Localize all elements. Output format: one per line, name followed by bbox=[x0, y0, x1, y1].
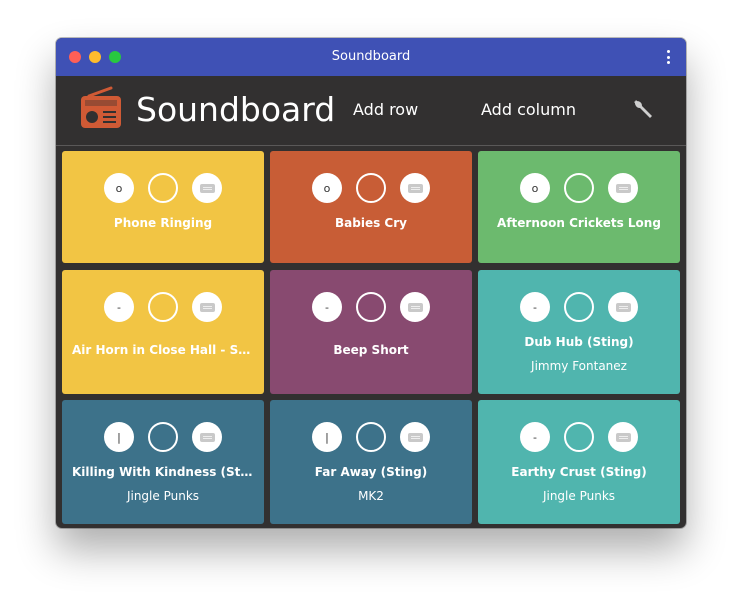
window-title: Soundboard bbox=[331, 49, 411, 64]
radio-icon bbox=[81, 86, 121, 128]
sound-controls: o bbox=[270, 173, 472, 205]
sound-card[interactable]: o Afternoon Crickets Long bbox=[478, 151, 680, 263]
keyboard-shortcut-button[interactable] bbox=[400, 292, 430, 322]
loop-toggle-button[interactable] bbox=[564, 292, 594, 322]
play-mode-button[interactable]: | bbox=[312, 422, 342, 452]
sound-title: Killing With Kindness (Sti... bbox=[72, 465, 254, 479]
sound-card[interactable]: o Babies Cry bbox=[270, 151, 472, 263]
keyboard-icon bbox=[615, 432, 631, 442]
app-title: Soundboard bbox=[136, 90, 336, 129]
keyboard-icon bbox=[407, 183, 423, 193]
sound-title: Earthy Crust (Sting) bbox=[511, 465, 647, 479]
play-mode-button[interactable]: - bbox=[520, 292, 550, 322]
loop-toggle-button[interactable] bbox=[564, 173, 594, 203]
sound-artist: Jimmy Fontanez bbox=[531, 359, 627, 373]
keyboard-shortcut-button[interactable] bbox=[192, 292, 222, 322]
loop-toggle-button[interactable] bbox=[148, 173, 178, 203]
keyboard-shortcut-button[interactable] bbox=[400, 422, 430, 452]
sound-artist: MK2 bbox=[358, 489, 384, 503]
loop-toggle-button[interactable] bbox=[356, 173, 386, 203]
sound-card[interactable]: | Far Away (Sting) MK2 bbox=[270, 400, 472, 524]
soundboard-window: Soundboard Soundboard Add row Add column… bbox=[56, 38, 686, 528]
sound-card[interactable]: - Earthy Crust (Sting) Jingle Punks bbox=[478, 400, 680, 524]
sound-controls: - bbox=[478, 292, 680, 324]
loop-toggle-button[interactable] bbox=[356, 422, 386, 452]
sound-title: Afternoon Crickets Long bbox=[497, 216, 661, 230]
play-mode-button[interactable]: - bbox=[520, 422, 550, 452]
keyboard-icon bbox=[615, 302, 631, 312]
play-mode-button[interactable]: o bbox=[520, 173, 550, 203]
header-divider bbox=[56, 145, 686, 146]
sound-card[interactable]: - Beep Short bbox=[270, 270, 472, 394]
sound-card[interactable]: - Air Horn in Close Hall - Se... bbox=[62, 270, 264, 394]
play-mode-button[interactable]: o bbox=[104, 173, 134, 203]
play-mode-button[interactable]: - bbox=[104, 292, 134, 322]
keyboard-shortcut-button[interactable] bbox=[192, 422, 222, 452]
play-mode-button[interactable]: | bbox=[104, 422, 134, 452]
loop-toggle-button[interactable] bbox=[148, 292, 178, 322]
keyboard-icon bbox=[407, 432, 423, 442]
title-bar: Soundboard bbox=[56, 38, 686, 76]
sound-artist: Jingle Punks bbox=[126, 489, 200, 503]
keyboard-icon bbox=[199, 183, 215, 193]
sound-controls: | bbox=[62, 422, 264, 454]
sound-controls: | bbox=[270, 422, 472, 454]
keyboard-shortcut-button[interactable] bbox=[400, 173, 430, 203]
keyboard-icon bbox=[615, 183, 631, 193]
sound-title: Far Away (Sting) bbox=[314, 465, 428, 479]
keyboard-icon bbox=[199, 302, 215, 312]
sound-controls: o bbox=[62, 173, 264, 205]
keyboard-icon bbox=[407, 302, 423, 312]
sound-controls: - bbox=[478, 422, 680, 454]
play-mode-button[interactable]: o bbox=[312, 173, 342, 203]
keyboard-shortcut-button[interactable] bbox=[608, 292, 638, 322]
keyboard-shortcut-button[interactable] bbox=[608, 422, 638, 452]
keyboard-shortcut-button[interactable] bbox=[192, 173, 222, 203]
sound-title: Dub Hub (Sting) bbox=[524, 335, 634, 349]
add-row-button[interactable]: Add row bbox=[353, 98, 418, 122]
sound-title: Beep Short bbox=[333, 343, 409, 357]
wrench-icon[interactable] bbox=[632, 98, 654, 120]
loop-toggle-button[interactable] bbox=[148, 422, 178, 452]
sound-controls: - bbox=[62, 292, 264, 324]
loop-toggle-button[interactable] bbox=[564, 422, 594, 452]
sound-card[interactable]: o Phone Ringing bbox=[62, 151, 264, 263]
keyboard-icon bbox=[199, 432, 215, 442]
sound-artist: Jingle Punks bbox=[542, 489, 616, 503]
sound-card[interactable]: - Dub Hub (Sting) Jimmy Fontanez bbox=[478, 270, 680, 394]
app-header: Soundboard Add row Add column bbox=[56, 76, 686, 146]
sound-controls: - bbox=[270, 292, 472, 324]
sound-title: Phone Ringing bbox=[113, 216, 213, 230]
keyboard-shortcut-button[interactable] bbox=[608, 173, 638, 203]
play-mode-button[interactable]: - bbox=[312, 292, 342, 322]
sound-card[interactable]: | Killing With Kindness (Sti... Jingle Pun… bbox=[62, 400, 264, 524]
loop-toggle-button[interactable] bbox=[356, 292, 386, 322]
sound-controls: o bbox=[478, 173, 680, 205]
sound-title: Babies Cry bbox=[335, 216, 407, 230]
kebab-menu-icon[interactable] bbox=[664, 50, 672, 64]
add-column-button[interactable]: Add column bbox=[481, 98, 576, 122]
sound-title: Air Horn in Close Hall - Se... bbox=[72, 343, 254, 357]
